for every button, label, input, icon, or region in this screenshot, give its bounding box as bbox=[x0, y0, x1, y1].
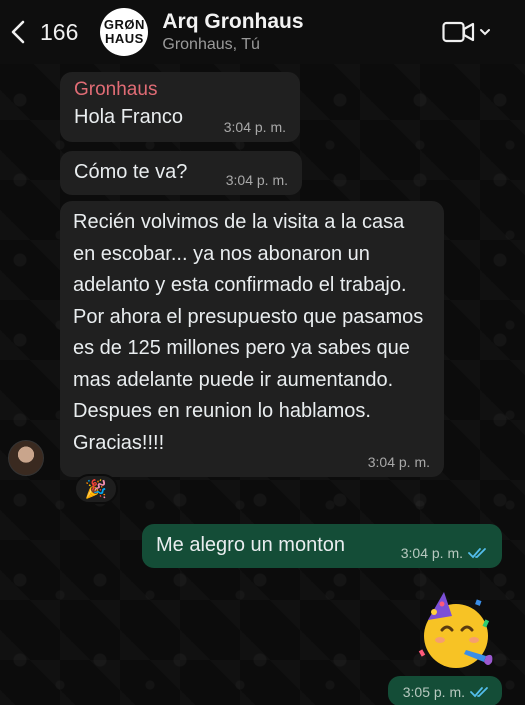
chat-title: Arq Gronhaus bbox=[162, 10, 304, 33]
message-time: 3:04 p. m. bbox=[400, 545, 463, 561]
chat-participants: Gronhaus, Tú bbox=[162, 36, 260, 53]
chat-info[interactable]: Arq Gronhaus Gronhaus, Tú bbox=[162, 10, 303, 54]
message-time: 3:04 p. m. bbox=[223, 119, 286, 135]
avatar-text-bottom: HAUS bbox=[104, 31, 144, 46]
avatar-text-top: GRØN bbox=[103, 17, 145, 32]
message-bubble-incoming[interactable]: Gronhaus Hola Franco 3:04 p. m. bbox=[60, 72, 300, 142]
read-receipt-icon bbox=[470, 687, 488, 698]
message-time: 3:05 p. m. bbox=[402, 684, 465, 700]
sender-name: Gronhaus bbox=[74, 79, 158, 100]
video-call-button[interactable] bbox=[442, 20, 491, 44]
chevron-left-icon bbox=[11, 20, 25, 44]
sender-avatar[interactable] bbox=[8, 440, 44, 476]
message-bubble-incoming[interactable]: Cómo te va? 3:04 p. m. bbox=[60, 151, 302, 195]
video-camera-icon bbox=[442, 21, 475, 43]
message-time-status: 3:05 p. m. bbox=[403, 684, 490, 700]
message-time-status: 3:04 p. m. bbox=[401, 545, 488, 561]
message-time: 3:04 p. m. bbox=[225, 172, 288, 188]
message-text: Recién volvimos de la visita a la casa e… bbox=[73, 211, 424, 454]
reaction-badge[interactable]: 🎉 bbox=[74, 474, 118, 504]
back-button[interactable]: 166 bbox=[10, 19, 78, 46]
unread-count: 166 bbox=[40, 18, 79, 45]
read-receipt-icon bbox=[468, 548, 486, 559]
group-avatar[interactable]: GRØN HAUS bbox=[100, 8, 149, 56]
party-popper-icon: 🎉 bbox=[84, 478, 108, 499]
chevron-down-icon bbox=[480, 29, 490, 36]
sticker-time-bubble: 3:05 p. m. bbox=[388, 676, 502, 705]
message-time: 3:04 p. m. bbox=[367, 454, 430, 470]
partying-face-sticker[interactable] bbox=[414, 590, 498, 674]
message-bubble-incoming[interactable]: Recién volvimos de la visita a la casa e… bbox=[60, 201, 444, 477]
chat-header: 166 GRØN HAUS Arq Gronhaus Gronhaus, Tú bbox=[0, 0, 525, 64]
message-bubble-outgoing[interactable]: Me alegro un monton 3:04 p. m. bbox=[142, 524, 502, 568]
partying-face-icon bbox=[418, 592, 493, 668]
